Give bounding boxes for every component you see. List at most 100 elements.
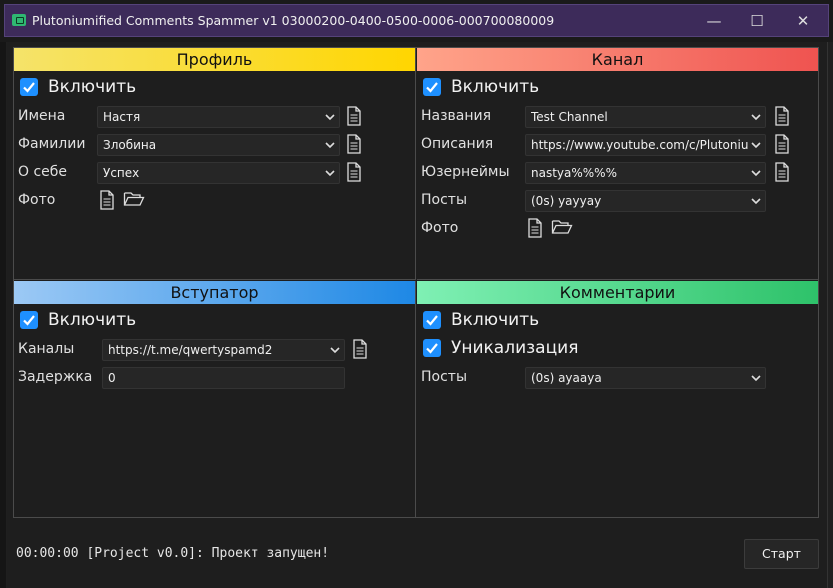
channel-photo-label: Фото	[421, 220, 459, 236]
joiner-header: Вступатор	[14, 281, 415, 304]
title-bar-frame: Plutoniumified Comments Spammer v1 03000…	[4, 4, 829, 37]
joiner-enable-checkbox[interactable]	[20, 311, 38, 329]
file-icon	[775, 162, 789, 182]
channel-descriptions-row: Описания https://www.youtube.com/c/Pluto…	[417, 133, 818, 157]
channel-posts-label: Посты	[421, 192, 467, 208]
channel-posts-combo[interactable]: (0s) yayyay	[525, 190, 766, 212]
joiner-delay-row: Задержка 0	[14, 366, 415, 390]
channels-file-button[interactable]	[352, 339, 372, 361]
chevron-down-icon	[751, 114, 761, 121]
channel-header: Канал	[417, 48, 818, 71]
about-value: Успех	[103, 166, 140, 180]
profile-enable-checkbox[interactable]	[20, 78, 38, 96]
channel-enable-row: Включить	[417, 76, 818, 100]
minimize-button[interactable]: —	[699, 9, 729, 33]
photo-file-button[interactable]	[99, 190, 119, 212]
profile-header: Профиль	[14, 48, 415, 71]
descriptions-file-button[interactable]	[774, 134, 794, 156]
channel-panel: Канал Включить Названия Test Channel Опи…	[417, 48, 818, 280]
comments-header: Комментарии	[417, 281, 818, 304]
usernames-label: Юзернеймы	[421, 164, 510, 180]
titles-label: Названия	[421, 108, 492, 124]
folder-open-icon	[551, 220, 573, 234]
log-output: 00:00:00 [Project v0.0]: Проект запущен!	[16, 546, 330, 561]
chevron-down-icon	[751, 375, 761, 382]
channel-posts-row: Посты (0s) yayyay	[417, 189, 818, 213]
channel-usernames-row: Юзернеймы nastya%%%%	[417, 161, 818, 185]
comments-posts-label: Посты	[421, 369, 467, 385]
uniqueize-label: Уникализация	[451, 338, 579, 358]
main-area: Профиль Включить Имена Настя Фамилии Зло…	[7, 42, 827, 588]
maximize-button[interactable]: ☐	[742, 9, 772, 33]
joiner-panel: Вступатор Включить Каналы https://t.me/q…	[14, 281, 416, 517]
file-icon	[347, 134, 361, 154]
check-icon	[426, 315, 438, 326]
joiner-enable-row: Включить	[14, 309, 415, 333]
channel-photo-row: Фото	[417, 217, 818, 241]
descriptions-label: Описания	[421, 136, 494, 152]
delay-label: Задержка	[18, 369, 93, 385]
file-icon	[528, 218, 542, 238]
titles-value: Test Channel	[531, 110, 608, 124]
titles-combo[interactable]: Test Channel	[525, 106, 766, 128]
photo-label: Фото	[18, 192, 56, 208]
joiner-enable-label: Включить	[48, 310, 137, 330]
file-icon	[775, 134, 789, 154]
joiner-channels-row: Каналы https://t.me/qwertyspamd2	[14, 338, 415, 362]
channels-combo[interactable]: https://t.me/qwertyspamd2	[102, 339, 345, 361]
profile-about-row: О себе Успех	[14, 161, 415, 185]
file-icon	[347, 106, 361, 126]
channel-enable-label: Включить	[451, 77, 540, 97]
profile-names-row: Имена Настя	[14, 105, 415, 129]
app-icon	[12, 14, 26, 26]
file-icon	[775, 106, 789, 126]
comments-enable-row: Включить	[417, 309, 818, 333]
chevron-down-icon	[751, 198, 761, 205]
usernames-file-button[interactable]	[774, 162, 794, 184]
about-combo[interactable]: Успех	[97, 162, 340, 184]
profile-panel: Профиль Включить Имена Настя Фамилии Зло…	[14, 48, 416, 280]
descriptions-value: https://www.youtube.com/c/Plutonium	[531, 138, 749, 152]
profile-enable-row: Включить	[14, 76, 415, 100]
chevron-down-icon	[325, 170, 335, 177]
chevron-down-icon	[751, 170, 761, 177]
about-file-button[interactable]	[346, 162, 366, 184]
channel-enable-checkbox[interactable]	[423, 78, 441, 96]
profile-surnames-row: Фамилии Злобина	[14, 133, 415, 157]
delay-input[interactable]: 0	[102, 367, 345, 389]
profile-photo-row: Фото	[14, 189, 415, 213]
surnames-combo[interactable]: Злобина	[97, 134, 340, 156]
comments-enable-label: Включить	[451, 310, 540, 330]
names-combo[interactable]: Настя	[97, 106, 340, 128]
close-button[interactable]: ✕	[788, 9, 818, 33]
surnames-file-button[interactable]	[346, 134, 366, 156]
check-icon	[426, 82, 438, 93]
window-title: Plutoniumified Comments Spammer v1 03000…	[32, 13, 555, 28]
title-bar: Plutoniumified Comments Spammer v1 03000…	[0, 0, 833, 42]
file-icon	[100, 190, 114, 210]
names-label: Имена	[18, 108, 66, 124]
descriptions-combo[interactable]: https://www.youtube.com/c/Plutonium	[525, 134, 766, 156]
usernames-value: nastya%%%%	[531, 166, 617, 180]
right-edge	[827, 42, 833, 588]
start-button[interactable]: Старт	[744, 539, 819, 569]
channels-label: Каналы	[18, 341, 75, 357]
check-icon	[23, 82, 35, 93]
usernames-combo[interactable]: nastya%%%%	[525, 162, 766, 184]
photo-folder-button[interactable]	[123, 190, 147, 212]
comments-posts-combo[interactable]: (0s) ayaaya	[525, 367, 766, 389]
names-file-button[interactable]	[346, 106, 366, 128]
chevron-down-icon	[751, 142, 761, 149]
channel-photo-folder-button[interactable]	[551, 218, 575, 240]
channel-posts-value: (0s) yayyay	[531, 194, 602, 208]
uniqueize-checkbox[interactable]	[423, 339, 441, 357]
chevron-down-icon	[325, 114, 335, 121]
folder-open-icon	[123, 192, 145, 206]
comments-enable-checkbox[interactable]	[423, 311, 441, 329]
surnames-value: Злобина	[103, 138, 157, 152]
titles-file-button[interactable]	[774, 106, 794, 128]
channel-photo-file-button[interactable]	[527, 218, 547, 240]
surnames-label: Фамилии	[18, 136, 86, 152]
panels-grid: Профиль Включить Имена Настя Фамилии Зло…	[13, 47, 819, 518]
console-bar: 00:00:00 [Project v0.0]: Проект запущен!…	[14, 531, 820, 583]
